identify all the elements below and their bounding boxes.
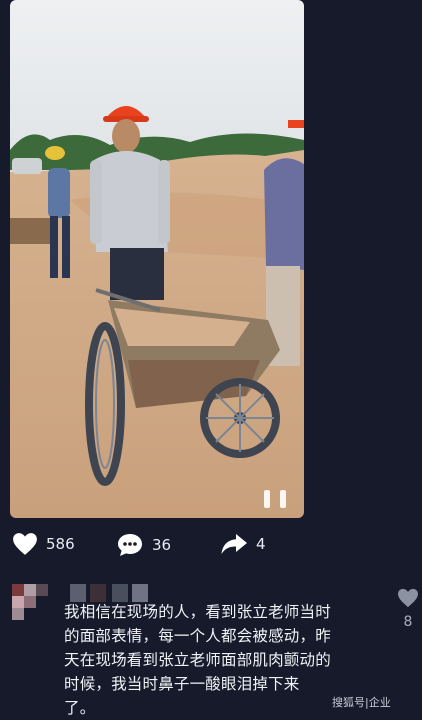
pause-icon[interactable]	[264, 490, 286, 508]
heart-icon	[398, 588, 418, 608]
comment-line: 我相信在现场的人，看到张立老师当时	[64, 603, 331, 621]
video-player[interactable]	[10, 0, 304, 518]
video-frame-image	[10, 0, 304, 518]
share-arrow-icon	[221, 534, 247, 554]
comment-like-count: 8	[403, 614, 413, 630]
share-button[interactable]: 4	[220, 532, 266, 556]
comment-like-button[interactable]: 8	[396, 588, 420, 630]
comment-line: 天在现场看到张立老师面部肌肉颤动的	[64, 651, 331, 669]
like-count: 586	[46, 535, 75, 553]
pause-bar-left	[264, 490, 270, 508]
comment-line: 的面部表情，每一个人都会被感动，昨	[64, 627, 331, 645]
comment-line: 时候，我当时鼻子一酸眼泪掉下来	[64, 675, 300, 693]
comment-bubble-icon	[118, 534, 142, 556]
heart-icon	[13, 533, 37, 555]
avatar[interactable]	[12, 578, 48, 622]
watermark: 搜狐号|企业	[332, 696, 391, 709]
action-bar: 586 36 4	[0, 532, 422, 564]
pause-bar-right	[280, 490, 286, 508]
like-button[interactable]: 586	[12, 532, 75, 556]
comment-button[interactable]: 36	[116, 532, 171, 558]
share-count: 4	[256, 535, 266, 553]
comment-count: 36	[152, 536, 172, 554]
username-redacted	[60, 582, 152, 602]
